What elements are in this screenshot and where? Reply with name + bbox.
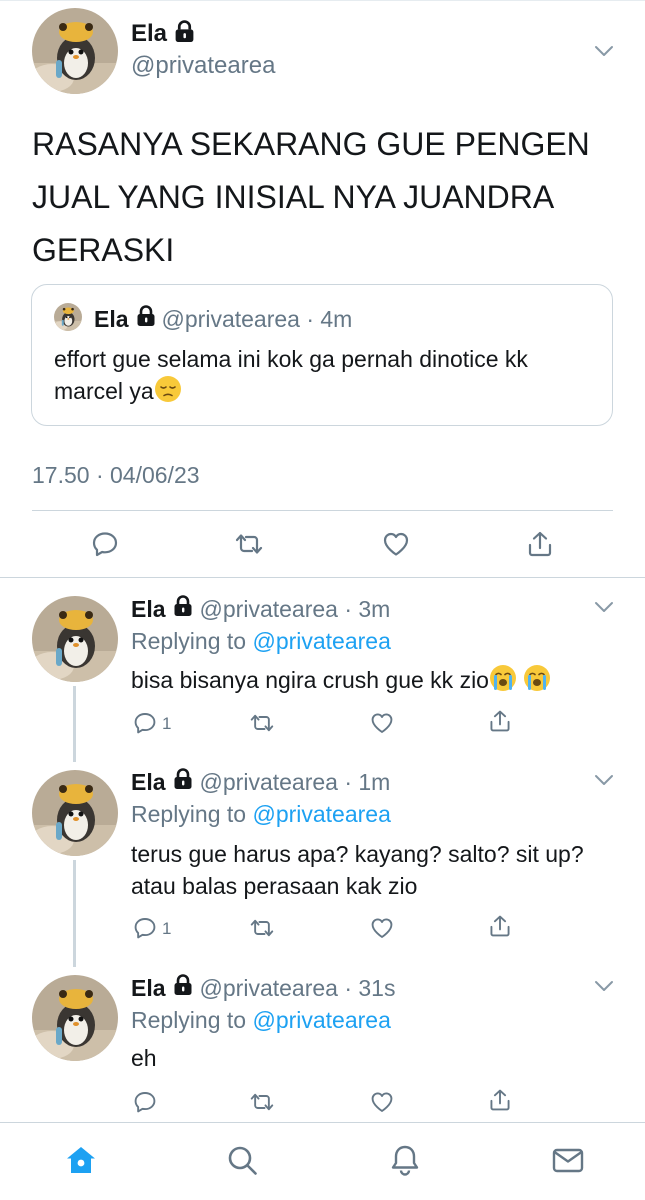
avatar[interactable]: [32, 596, 118, 682]
main-tweet[interactable]: Ela @privatearea RASANYA SEKARANG GUE PE…: [0, 0, 645, 578]
share-icon[interactable]: [488, 914, 512, 938]
like-icon[interactable]: [370, 711, 394, 735]
reply-text: terus gue harus apa? kayang? salto? sit …: [131, 841, 584, 899]
loudly-crying-face-emoji: [489, 664, 517, 692]
reply-count: 1: [162, 714, 172, 733]
author-row: Ela: [131, 20, 195, 48]
replying-to: Replying to @privatearea: [131, 801, 391, 828]
reply-text: eh: [131, 1045, 157, 1071]
reply-text-block: bisa bisanya ngira crush gue kk zio: [131, 664, 611, 696]
avatar: [54, 303, 82, 331]
mention-link[interactable]: @privatearea: [252, 628, 390, 654]
divider: [0, 577, 645, 578]
loudly-crying-face-emoji: [523, 664, 551, 692]
share-icon[interactable]: [488, 1088, 512, 1112]
chevron-down-icon[interactable]: [594, 979, 614, 993]
author-row: Ela @privatearea · 3m: [131, 595, 390, 623]
home-icon[interactable]: [64, 1143, 98, 1177]
mention-link[interactable]: @privatearea: [252, 801, 390, 827]
retweet-icon[interactable]: [235, 530, 263, 558]
author-name[interactable]: Ela: [131, 769, 166, 796]
timestamp[interactable]: 17.50 · 04/06/23: [32, 462, 200, 489]
divider: [32, 510, 613, 511]
reply-text: bisa bisanya ngira crush gue kk zio: [131, 667, 489, 693]
quoted-text-block: effort gue selama ini kok ga pernah dino…: [54, 343, 599, 407]
reply-count: 1: [162, 919, 172, 938]
messages-icon[interactable]: [551, 1143, 585, 1177]
replying-to: Replying to @privatearea: [131, 1007, 391, 1034]
like-icon[interactable]: [382, 530, 410, 558]
pensive-face-emoji: [154, 375, 182, 403]
handle-meta: @privatearea · 31s: [199, 974, 396, 1001]
retweet-icon[interactable]: [250, 711, 274, 735]
replying-prefix: Replying to: [131, 801, 253, 827]
author-name[interactable]: Ela: [131, 596, 166, 623]
replying-prefix: Replying to: [131, 628, 253, 654]
lock-icon: [173, 974, 193, 1002]
avatar[interactable]: [32, 770, 118, 856]
retweet-icon[interactable]: [250, 1090, 274, 1114]
like-icon[interactable]: [370, 1090, 394, 1114]
like-icon[interactable]: [370, 916, 394, 940]
reply-icon[interactable]: [133, 916, 157, 940]
bottom-tab-bar: [0, 1122, 645, 1200]
quoted-author-row: Ela @privatearea · 4m: [94, 305, 352, 333]
lock-icon: [173, 768, 193, 796]
author-name[interactable]: Ela: [131, 975, 166, 1002]
lock-icon: [173, 595, 193, 623]
chevron-down-icon[interactable]: [594, 600, 614, 614]
reply-icon[interactable]: [133, 711, 157, 735]
mention-link[interactable]: @privatearea: [252, 1007, 390, 1033]
author-name: Ela: [94, 305, 129, 332]
avatar[interactable]: [32, 8, 118, 94]
lock-icon: [174, 20, 195, 48]
thread-line: [73, 860, 76, 967]
quoted-handle-meta: @privatearea · 4m: [161, 305, 353, 332]
chevron-down-icon[interactable]: [594, 44, 614, 58]
handle-meta: @privatearea · 1m: [199, 768, 391, 795]
author-handle[interactable]: @privatearea: [131, 52, 275, 80]
reply-icon[interactable]: [133, 1090, 157, 1114]
author-name[interactable]: Ela: [131, 20, 167, 48]
tweet-text: RASANYA SEKARANG GUE PENGEN JUAL YANG IN…: [32, 126, 590, 268]
replying-to: Replying to @privatearea: [131, 628, 391, 655]
author-row: Ela @privatearea · 1m: [131, 768, 390, 796]
quoted-tweet[interactable]: Ela @privatearea · 4m effort gue selama …: [31, 284, 613, 426]
author-row: Ela @privatearea · 31s: [131, 974, 395, 1002]
retweet-icon[interactable]: [250, 916, 274, 940]
chevron-down-icon[interactable]: [594, 773, 614, 787]
thread-line: [73, 686, 76, 762]
handle-meta: @privatearea · 3m: [199, 595, 391, 622]
share-icon[interactable]: [488, 709, 512, 733]
replying-prefix: Replying to: [131, 1007, 253, 1033]
share-icon[interactable]: [526, 530, 554, 558]
search-icon[interactable]: [225, 1143, 259, 1177]
reply-icon[interactable]: [91, 530, 119, 558]
notifications-icon[interactable]: [388, 1143, 422, 1177]
lock-icon: [136, 305, 156, 333]
quoted-text: effort gue selama ini kok ga pernah dino…: [54, 346, 528, 404]
avatar[interactable]: [32, 975, 118, 1061]
